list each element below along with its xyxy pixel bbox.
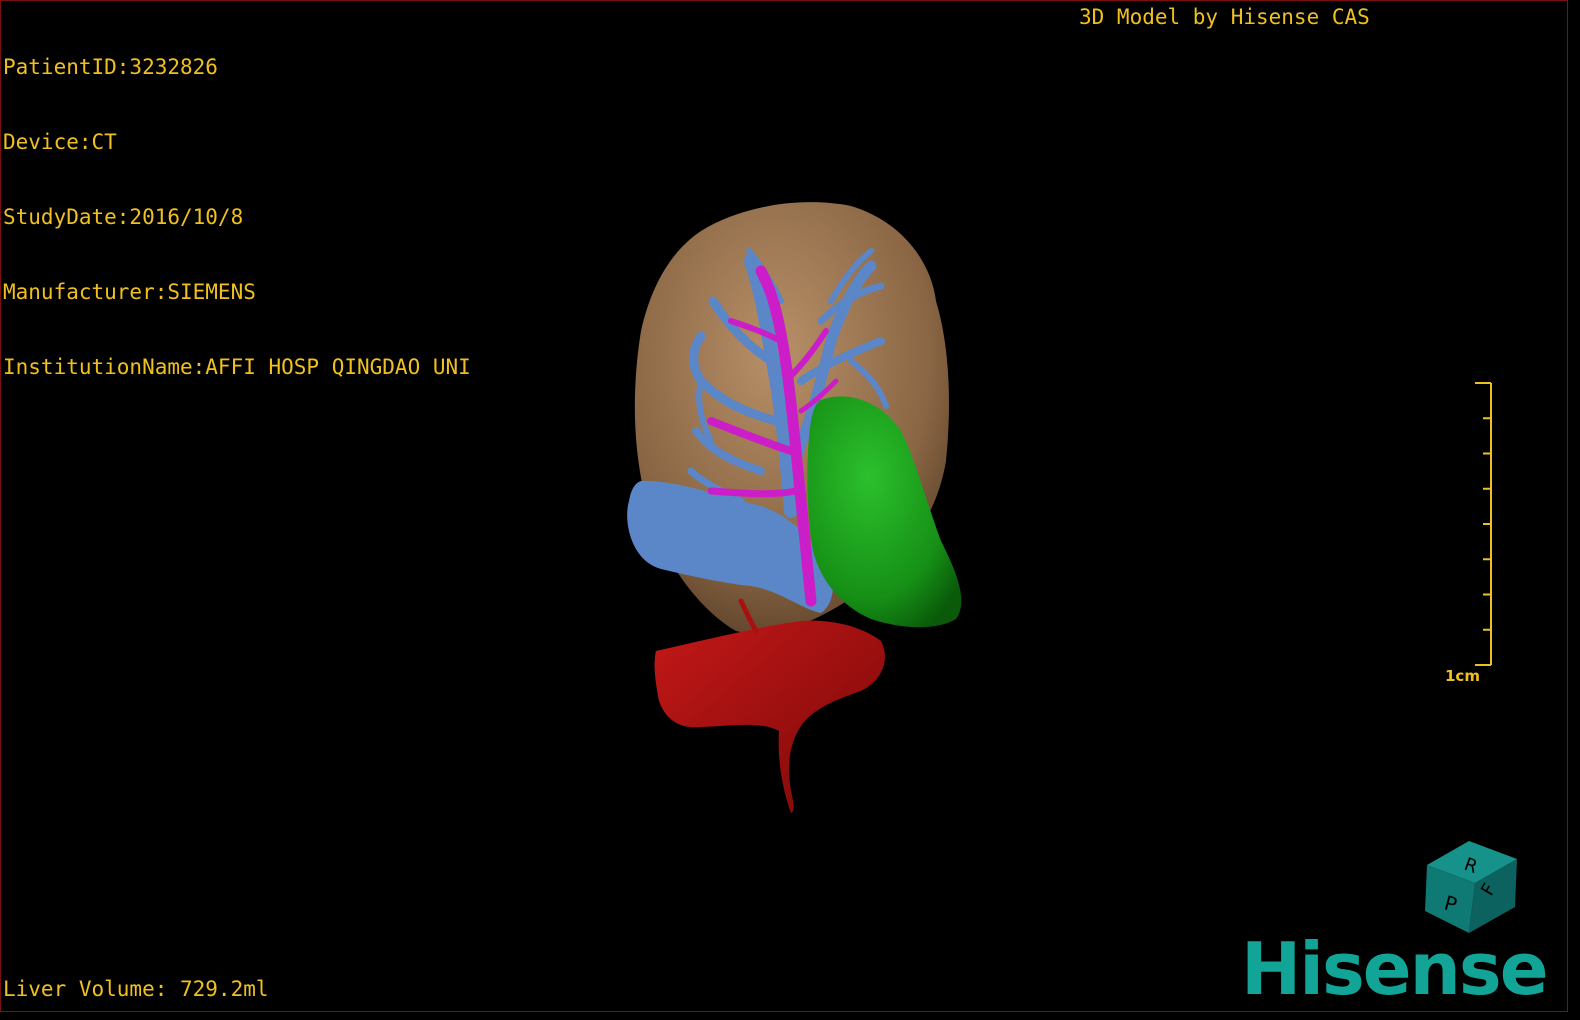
patient-info-overlay: PatientID:3232826 Device:CT StudyDate:20… — [3, 5, 471, 430]
vena-cava-model — [654, 620, 885, 813]
scale-label: 1cm — [1445, 667, 1480, 685]
study-date: StudyDate:2016/10/8 — [3, 205, 244, 229]
orientation-cube[interactable]: R F P — [1419, 837, 1523, 937]
scale-bar — [1475, 382, 1492, 666]
model-credit: 3D Model by Hisense CAS — [1079, 5, 1370, 29]
patient-id: PatientID:3232826 — [3, 55, 218, 79]
manufacturer: Manufacturer:SIEMENS — [3, 280, 256, 304]
device: Device:CT — [3, 130, 117, 154]
brand-logo: Hisense — [1241, 927, 1549, 1011]
institution-name: InstitutionName:AFFI HOSP QINGDAO UNI — [3, 355, 471, 379]
3d-viewport[interactable]: PatientID:3232826 Device:CT StudyDate:20… — [0, 0, 1568, 1012]
liver-volume: Liver Volume: 729.2ml — [3, 977, 269, 1001]
